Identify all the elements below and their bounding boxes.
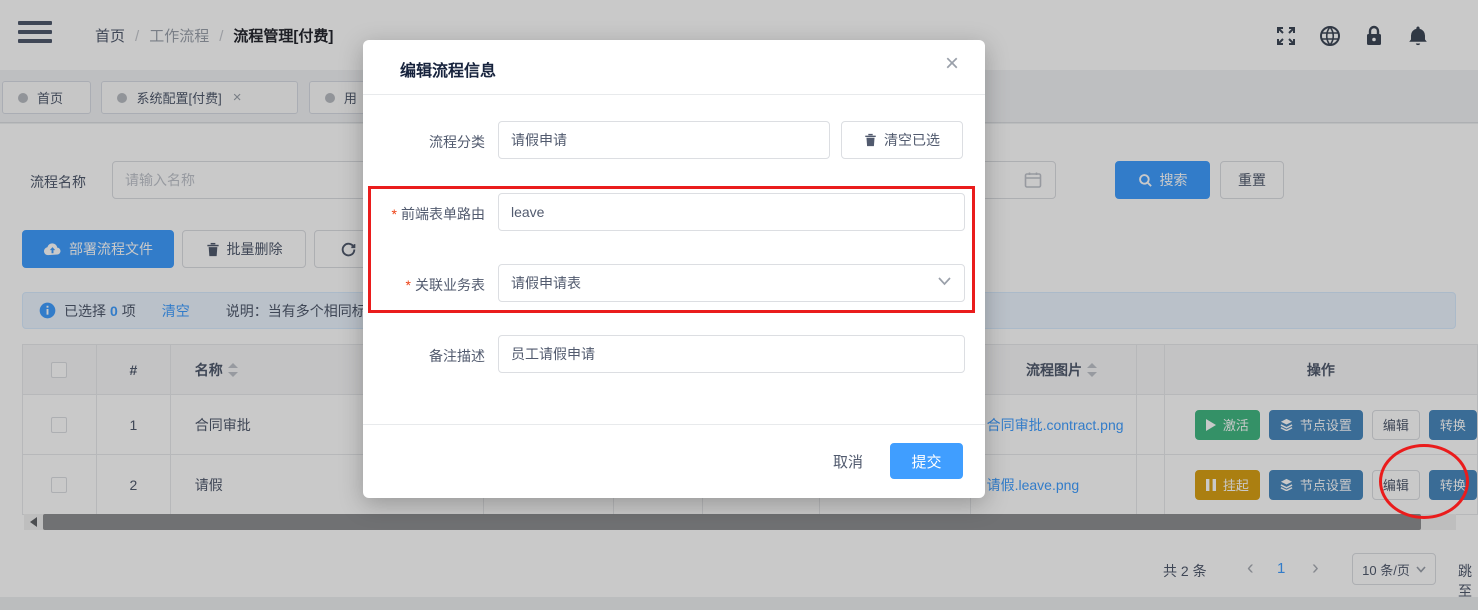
close-icon[interactable]: × xyxy=(945,52,959,76)
process-management-page: 首页 / 工作流程 / 流程管理[付费] 首页 系统配置[付费] × 用 流程名… xyxy=(0,0,1478,610)
category-label: 流程分类 xyxy=(429,134,485,150)
remark-input[interactable] xyxy=(498,335,965,373)
clear-selected-button[interactable]: 清空已选 xyxy=(841,121,963,159)
route-label: * 前端表单路由 xyxy=(391,206,485,222)
dialog-title: 编辑流程信息 xyxy=(400,63,497,80)
chevron-down-icon xyxy=(938,277,951,286)
biz-table-select[interactable]: 请假申请表 xyxy=(498,264,965,302)
remark-label: 备注描述 xyxy=(429,348,485,364)
submit-button[interactable]: 提交 xyxy=(890,443,963,479)
trash-icon xyxy=(864,133,877,147)
biz-table-label: * 关联业务表 xyxy=(405,277,485,293)
cancel-button[interactable]: 取消 xyxy=(818,443,878,479)
category-input[interactable] xyxy=(498,121,830,159)
edit-process-dialog: 编辑流程信息 × 流程分类 清空已选 *前端表单路由 *关联业务表 请假申请表 … xyxy=(363,40,985,498)
route-input[interactable] xyxy=(498,193,965,231)
